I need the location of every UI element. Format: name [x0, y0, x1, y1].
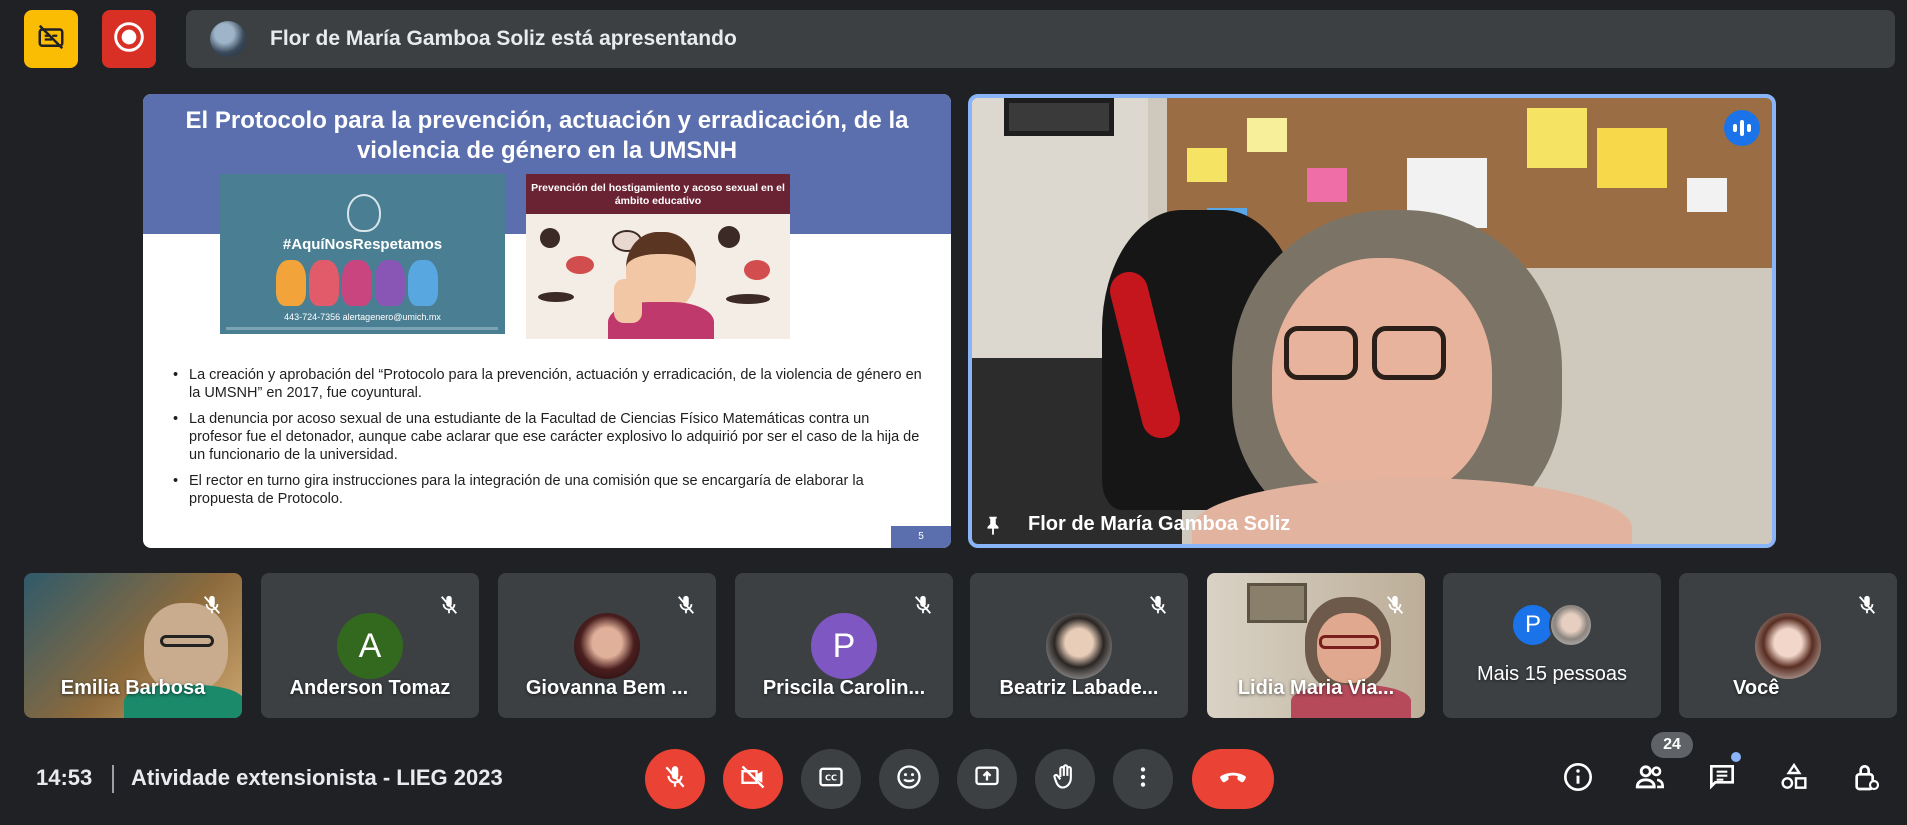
pin-icon[interactable] — [982, 514, 1004, 536]
participant-tile[interactable]: Giovanna Bem ... — [498, 573, 716, 718]
camera-off-icon — [739, 763, 767, 796]
captions-toggle-button[interactable] — [24, 10, 78, 68]
recording-icon — [113, 21, 145, 58]
captions-icon: CC — [817, 763, 845, 796]
self-tile[interactable]: Você — [1679, 573, 1897, 718]
presenting-text: Flor de María Gamboa Soliz está apresent… — [270, 27, 737, 50]
divider — [112, 765, 114, 793]
participant-name: Beatriz Labade... — [999, 677, 1159, 699]
captions-button[interactable]: CC — [801, 749, 861, 809]
raise-hand-icon — [1051, 763, 1079, 796]
participant-tile[interactable]: Lidia Maria Via... — [1207, 573, 1425, 718]
participant-name: Emilia Barbosa — [60, 677, 206, 699]
campaign-image: #AquíNosRespetamos 443-724-7356 alertage… — [220, 174, 505, 334]
muted-mic-icon — [1142, 589, 1174, 621]
camera-toggle-button[interactable] — [723, 749, 783, 809]
participant-name: Priscila Carolin... — [762, 677, 926, 699]
meeting-title: Atividade extensionista - LIEG 2023 — [131, 765, 503, 790]
end-call-button[interactable] — [1192, 749, 1274, 809]
slide-title: El Protocolo para la prevención, actuaci… — [185, 107, 909, 164]
participant-name: Anderson Tomaz — [289, 677, 451, 699]
more-options-icon — [1130, 764, 1156, 795]
people-button[interactable] — [1628, 757, 1672, 801]
end-call-icon — [1216, 760, 1250, 799]
muted-mic-icon — [433, 589, 465, 621]
people-icon — [1633, 760, 1667, 799]
self-avatar — [1755, 613, 1821, 679]
muted-mic-icon — [1851, 589, 1883, 621]
slide-bullet: La denuncia por acoso sexual de una estu… — [173, 410, 925, 464]
wall-picture — [1004, 98, 1114, 136]
fine-print — [226, 327, 498, 330]
main-participant-name: Flor de María Gamboa Soliz — [1028, 513, 1291, 535]
university-seal-icon — [347, 194, 381, 232]
chat-button[interactable] — [1700, 757, 1744, 801]
campaign-hashtag: #AquíNosRespetamos — [282, 236, 443, 253]
hands-illustration — [276, 260, 438, 306]
microphone-toggle-button[interactable] — [645, 749, 705, 809]
muted-mic-icon — [670, 589, 702, 621]
host-controls-icon — [1850, 761, 1882, 798]
main-speaker-video[interactable]: Flor de María Gamboa Soliz — [968, 94, 1776, 548]
muted-mic-icon — [196, 589, 228, 621]
presentation-slide: El Protocolo para la prevención, actuaci… — [143, 94, 951, 548]
campaign-contact: 443-724-7356 alertagenero@umich.mx — [284, 312, 441, 322]
participant-avatar: A — [337, 613, 403, 679]
participant-name: Você — [1733, 677, 1780, 699]
speaking-indicator-icon — [1724, 110, 1760, 146]
slide-bullet: La creación y aprobación del “Protocolo … — [173, 366, 925, 402]
activities-icon — [1778, 761, 1810, 798]
participant-tile[interactable]: A Anderson Tomaz — [261, 573, 479, 718]
participant-name: Lidia Maria Via... — [1237, 677, 1395, 699]
muted-mic-icon — [907, 589, 939, 621]
participant-tile[interactable]: Emilia Barbosa — [24, 573, 242, 718]
main-participant-label: Flor de María Gamboa Soliz — [982, 513, 1290, 536]
more-participants-tile[interactable]: P Mais 15 pessoas — [1443, 573, 1661, 718]
meeting-clock: 14:53 — [36, 765, 93, 790]
svg-text:CC: CC — [825, 772, 837, 782]
reactions-button[interactable] — [879, 749, 939, 809]
participant-avatar — [574, 613, 640, 679]
people-count-badge: 24 — [1651, 732, 1693, 758]
participant-avatar: P — [811, 613, 877, 679]
chat-icon — [1706, 761, 1738, 798]
stop-hand-illustration — [614, 279, 642, 323]
host-controls-button[interactable] — [1844, 757, 1888, 801]
mic-off-icon — [662, 764, 688, 795]
participant-name: Giovanna Bem ... — [525, 677, 689, 699]
presenter-avatar — [210, 21, 246, 57]
participant-tile[interactable]: P Priscila Carolin... — [735, 573, 953, 718]
activities-button[interactable] — [1772, 757, 1816, 801]
more-options-button[interactable] — [1113, 749, 1173, 809]
raise-hand-button[interactable] — [1035, 749, 1095, 809]
present-button[interactable] — [957, 749, 1017, 809]
harassment-prevention-image: Prevención del hostigamiento y acoso sex… — [526, 174, 790, 339]
emoji-icon — [895, 763, 923, 796]
slide-page-number: 5 — [891, 526, 951, 548]
slide-bullet-list: La creación y aprobación del “Protocolo … — [173, 366, 925, 516]
prevention-heading: Prevención del hostigamiento y acoso sex… — [531, 182, 785, 207]
present-screen-icon — [973, 763, 1001, 796]
more-participants-label: Mais 15 pessoas — [1476, 663, 1628, 685]
participant-avatar — [1549, 603, 1593, 647]
chat-notification-dot — [1731, 752, 1741, 762]
presenting-banner: Flor de María Gamboa Soliz está apresent… — [186, 10, 1895, 68]
muted-mic-icon — [1379, 589, 1411, 621]
meeting-details-button[interactable] — [1556, 757, 1600, 801]
participant-tile[interactable]: Beatriz Labade... — [970, 573, 1188, 718]
participant-avatar — [1046, 613, 1112, 679]
slide-bullet: El rector en turno gira instrucciones pa… — [173, 472, 925, 508]
info-icon — [1562, 761, 1594, 798]
recording-button[interactable] — [102, 10, 156, 68]
captions-off-icon — [36, 22, 66, 57]
